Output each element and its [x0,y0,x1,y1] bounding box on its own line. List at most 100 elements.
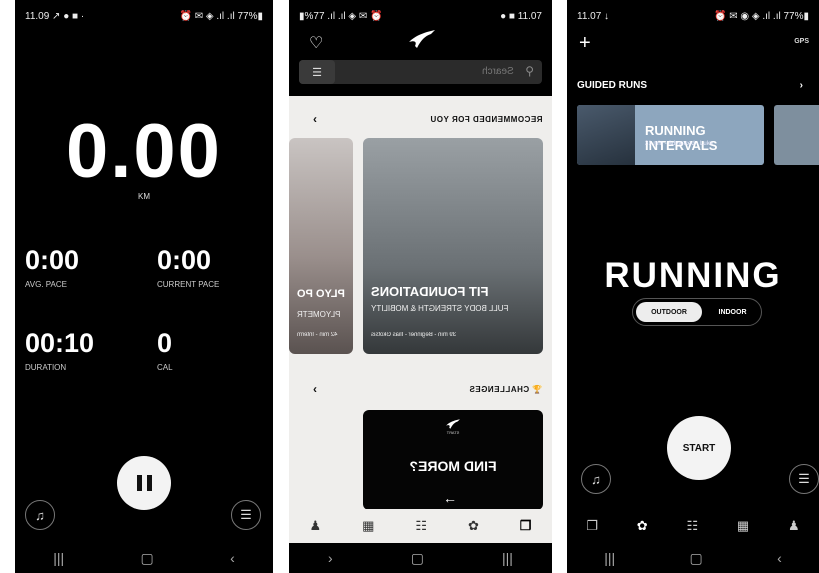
calendar-icon[interactable]: ▦ [362,518,374,534]
workout-card-plyo[interactable]: PLYO PO PLYOMETR 42 min - Interm [289,138,353,354]
route-icon[interactable]: ✿ [637,518,648,534]
current-pace-stat: 0:00 CURRENT PACE [157,245,219,289]
arrow-icon: ← [443,490,457,506]
workout-card-fit-foundations[interactable]: FIT FOUNDATIONS FULL BODY STRENGTH & MOB… [363,138,543,354]
back-button[interactable]: ‹ [328,550,333,566]
person-icon[interactable]: ♟ [788,518,800,534]
card-image [289,138,353,354]
grid-icon[interactable]: ☷ [686,518,698,534]
find-more-title: FIND MORE? [409,458,497,474]
home-button[interactable]: ▢ [690,550,703,567]
distance-unit: KM [138,192,150,201]
stat-value: 0 [157,328,173,358]
section-title: 🏆 CHALLENGES [469,385,542,394]
search-input[interactable]: Search [482,66,514,77]
pages-icon[interactable]: ❐ [520,518,532,534]
music-button[interactable]: ♫ [25,500,55,530]
stat-value: 00:10 [25,328,95,358]
filter-button[interactable]: ☰ [299,60,335,84]
recent-apps-button[interactable]: ||| [502,550,513,566]
content-area: ‹ RECOMMENDED FOR YOU PLYO PO PLYOMETR 4… [289,96,552,543]
back-button[interactable]: ‹ [777,550,782,566]
status-right: ● ■ 11.07 [500,10,542,22]
challenges-title: CHALLENGES [468,385,529,394]
stat-label: DURATION [25,363,67,372]
home-button[interactable]: ▢ [141,550,154,567]
stat-value: 0:00 [157,245,212,275]
outdoor-option[interactable]: OUTDOOR [636,302,702,322]
status-right: ⏰ ✉ ◈ .ıl .ıl 77%▮ [179,10,264,22]
stat-value: 0:00 [25,245,80,275]
status-bar: 11.07 ↓ ⏰ ✉ ◉ ◈ .ıl .ıl 77%▮ [567,8,819,24]
back-button[interactable]: ‹ [230,550,235,566]
pages-icon[interactable]: ❐ [586,518,598,534]
chevron-left-icon[interactable]: ‹ [313,112,318,126]
chevron-left-icon[interactable]: ‹ [313,382,318,396]
guided-run-card-next[interactable] [774,105,819,165]
card-image [363,138,543,354]
recent-apps-button[interactable]: ||| [53,550,64,566]
location-toggle: OUTDOOR INDOOR [632,298,762,326]
distance-value: 0.00 [66,109,222,194]
top-header: ▮%77 .ıl .ıl ◈ ✉ ⏰ ● ■ 11.07 ♡ ☰ Search … [289,0,552,96]
section-title: RECOMMENDED FOR YOU [429,115,542,124]
search-bar[interactable]: ☰ Search ⚲ [299,60,542,84]
favorites-heart-icon[interactable]: ♡ [309,33,323,53]
music-icon: ♫ [591,471,601,487]
home-button[interactable]: ▢ [411,550,424,567]
workouts-screen: ▮%77 .ıl .ıl ◈ ✉ ⏰ ● ■ 11.07 ♡ ☰ Search … [289,0,552,573]
card-meta: 42 min - Interm [297,332,338,338]
start-button[interactable]: START [667,416,731,480]
settings-button[interactable]: ☰ [231,500,261,530]
challenges-header: ‹ 🏆 CHALLENGES [289,380,552,400]
pause-icon [136,475,152,491]
section-title: GUIDED RUNS [577,80,648,91]
bottom-tab-bar: ♟ ▦ ☷ ✿ ❐ [289,509,552,543]
route-icon[interactable]: ✿ [468,518,479,534]
grid-icon[interactable]: ☷ [415,518,427,534]
stat-label: CURRENT PACE [157,280,220,289]
chevron-right-icon[interactable]: › [800,80,803,91]
card-meta: 31 min - Advanced - Luke [645,141,714,147]
sliders-icon: ☰ [798,471,810,486]
stat-label: CAL [157,363,173,372]
person-icon[interactable]: ♟ [309,518,321,534]
status-left: 11.09 ↗ ● ■ · [25,10,85,22]
card-image [577,105,635,165]
search-icon: ⚲ [525,64,534,78]
status-bar: ▮%77 .ıl .ıl ◈ ✉ ⏰ ● ■ 11.07 [289,8,552,24]
settings-button[interactable]: ☰ [789,464,819,494]
duration-stat: 00:10 DURATION [25,328,94,372]
run-tracking-screen: 11.09 ↗ ● ■ · ⏰ ✉ ◈ .ıl .ıl 77%▮ 0.00 KM… [15,0,273,573]
status-bar: 11.09 ↗ ● ■ · ⏰ ✉ ◈ .ıl .ıl 77%▮ [15,8,273,24]
find-more-card[interactable]: START FIND MORE? ← [363,410,543,510]
card-title: RUNNING INTERVALS [645,123,718,153]
recent-apps-button[interactable]: ||| [604,550,615,566]
indoor-option[interactable]: INDOOR [705,302,760,322]
bottom-tab-bar: ❐ ✿ ☷ ▦ ♟ [567,509,819,543]
system-nav-bar: ‹ ▢ ||| [289,543,552,573]
guided-run-card[interactable]: RUNNING INTERVALS 31 min - Advanced - Lu… [577,105,764,165]
card-title: FIT FOUNDATIONS [371,284,489,299]
gps-indicator: GPS [794,38,809,45]
recommended-header: ‹ RECOMMENDED FOR YOU [289,110,552,130]
card-subtitle: PLYOMETR [297,310,341,319]
pause-button[interactable] [117,456,171,510]
status-left: 11.07 ↓ [577,10,610,22]
guided-runs-header: GUIDED RUNS › [577,80,803,91]
sliders-icon: ☰ [312,66,322,79]
running-start-screen: 11.07 ↓ ⏰ ✉ ◉ ◈ .ıl .ıl 77%▮ + GPS GUIDE… [567,0,819,573]
card-small-label: START [446,430,460,435]
calories-stat: 0 CAL [157,328,173,372]
card-subtitle: FULL BODY STRENGTH & MOBILITY [371,304,509,313]
status-right: ⏰ ✉ ◉ ◈ .ıl .ıl 77%▮ [714,10,809,22]
calendar-icon[interactable]: ▦ [737,518,749,534]
add-icon[interactable]: + [579,32,591,55]
card-meta: 39 min - Beginner - Ilias Gkotsis [371,332,457,338]
status-left: ▮%77 .ıl .ıl ◈ ✉ ⏰ [299,10,383,22]
system-nav-bar: ||| ▢ ‹ [567,543,819,573]
activity-title: RUNNING [604,256,782,295]
card-title: PLYO PO [297,288,345,300]
music-button[interactable]: ♫ [581,464,611,494]
stat-label: AVG. PACE [25,280,67,289]
